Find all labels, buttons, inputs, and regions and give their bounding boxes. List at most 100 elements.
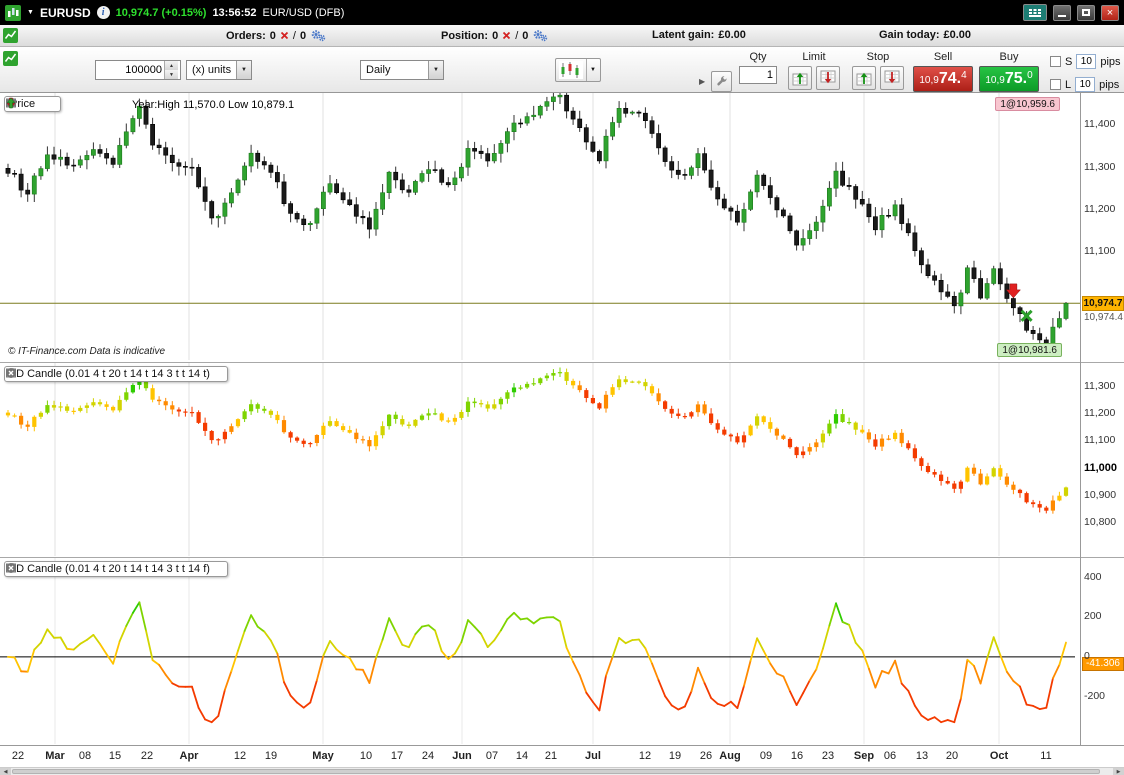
scroll-thumb[interactable] — [12, 769, 1100, 774]
xaxis-label: 20 — [945, 750, 959, 762]
close-button[interactable]: × — [1101, 4, 1119, 21]
buy-button[interactable]: 10,9 75. 0 — [979, 66, 1039, 92]
position-separator: / — [515, 29, 519, 42]
candle2-svg[interactable] — [0, 363, 1080, 557]
maximize-icon — [1082, 9, 1090, 16]
price-chart-panel[interactable]: Price Year:High 11,570.0 Low 10,879.1 1@… — [0, 93, 1080, 362]
buy-price-main: 75. — [1004, 70, 1028, 87]
timeframe-select[interactable]: Daily ▼ — [360, 60, 444, 80]
indicator2-title: 5D Candle (0.01 4 t 20 t 14 t 14 3 t t 1… — [10, 368, 210, 380]
xaxis-label: Mar — [45, 750, 65, 762]
limit-sell-button[interactable] — [815, 66, 840, 90]
axis-tick-label: 0 — [1084, 649, 1090, 662]
limit-buy-button[interactable] — [788, 66, 813, 90]
trading-toolbar: ▲▼ (x) units ▼ Daily ▼ ▼ ▶ Qty Limit Sto… — [0, 47, 1124, 93]
axis-tick-label: 11,400 — [1084, 118, 1116, 131]
scroll-right-button[interactable]: ▶ — [1113, 768, 1124, 775]
xaxis-label: 14 — [515, 750, 529, 762]
orders-group: Orders: 0 / 0 — [226, 29, 326, 42]
minimize-button[interactable] — [1053, 4, 1071, 21]
units-selected-value: (x) units — [192, 64, 232, 76]
latent-gain-label: Latent gain: — [652, 29, 715, 41]
stop-buy-button[interactable] — [852, 66, 877, 90]
stop-sell-button[interactable] — [879, 66, 904, 90]
axis-tick-label: 200 — [1084, 610, 1102, 623]
instrument-name: EUR/USD (DFB) — [262, 6, 345, 19]
xaxis-label: 11 — [1040, 750, 1052, 762]
quantity-spinner-arrows[interactable]: ▲ ▼ — [164, 61, 178, 79]
xaxis-label: Jul — [585, 750, 601, 762]
collapse-trade-panel-arrow[interactable]: ▶ — [699, 77, 705, 86]
stop-checkbox-label: S — [1065, 55, 1073, 68]
xaxis-label: 06 — [883, 750, 897, 762]
maximize-button[interactable] — [1077, 4, 1095, 21]
buy-price-prefix: 10,9 — [985, 75, 1005, 86]
limit-label: Limit — [802, 51, 826, 63]
panel-handle-icon[interactable] — [3, 28, 18, 46]
working-order-tag-bottom[interactable]: 1@10,981.6 — [997, 343, 1062, 357]
indicator-oscillator-panel[interactable]: 5D Candle (0.01 4 t 20 t 14 t 14 3 t t 1… — [0, 557, 1080, 745]
limit-checkbox[interactable] — [1050, 79, 1061, 90]
xaxis-label: 17 — [390, 750, 404, 762]
quantity-stepper[interactable]: ▲▼ — [95, 60, 181, 80]
minimize-icon — [1058, 15, 1066, 17]
working-order-tag-top[interactable]: 1@10,959.6 — [995, 97, 1060, 111]
xaxis-label: 09 — [759, 750, 773, 762]
orders-working-count: 0 — [299, 29, 307, 42]
xaxis-label: 15 — [108, 750, 122, 762]
axis-column: 10,974.7 10,974.4 -41.306 11,400 11,300 11… — [1080, 93, 1124, 745]
stop-column: Stop — [850, 51, 906, 90]
keypad-grid-button[interactable] — [1023, 4, 1047, 21]
chevron-down-icon: ▼ — [236, 61, 251, 79]
chart-style-button[interactable]: ▼ — [555, 58, 601, 82]
stop-pips-input[interactable] — [1076, 54, 1097, 69]
sell-button[interactable]: 10,9 74. 4 — [913, 66, 973, 92]
price-chart-svg[interactable] — [0, 93, 1080, 362]
info-icon[interactable]: i — [96, 6, 110, 19]
symbol-title: EURUSD — [39, 5, 91, 20]
close-position-icon[interactable] — [502, 31, 511, 40]
buy-label: Buy — [999, 51, 1019, 63]
position-group: Position: 0 / 0 — [441, 29, 548, 42]
cancel-orders-icon[interactable] — [280, 31, 289, 40]
xaxis-label: May — [312, 750, 334, 762]
sell-price-main: 74. — [938, 70, 962, 87]
timeframe-selected-value: Daily — [366, 64, 391, 76]
units-select[interactable]: (x) units ▼ — [186, 60, 252, 80]
instrument-dropdown-caret[interactable]: ▼ — [27, 9, 34, 16]
sell-price-axis-label: 10,974.4 — [1084, 312, 1123, 323]
orders-label: Orders: — [226, 29, 266, 42]
position-settings-gear-icon[interactable] — [532, 29, 548, 42]
stop-checkbox[interactable] — [1050, 56, 1061, 67]
panel-separator — [1081, 557, 1124, 558]
quantity-input[interactable] — [96, 63, 164, 77]
axis-tick-label: 11,100 — [1084, 434, 1116, 447]
stop-pips-unit: pips — [1100, 55, 1121, 68]
orders-settings-gear-icon[interactable] — [310, 29, 326, 42]
spin-down-icon[interactable]: ▼ — [165, 70, 178, 79]
xaxis-label: 26 — [699, 750, 713, 762]
qty-input[interactable] — [739, 66, 777, 84]
panel-handle-icon[interactable] — [3, 51, 18, 69]
xaxis-label: 22 — [140, 750, 154, 762]
gain-today-group: Gain today: £0.00 — [879, 29, 971, 41]
xaxis-label: 08 — [78, 750, 92, 762]
xaxis-label: Apr — [179, 750, 199, 762]
instrument-chart-icon[interactable] — [5, 4, 21, 21]
quote-time: 13:56:52 — [212, 6, 257, 19]
spin-up-icon[interactable]: ▲ — [165, 61, 178, 70]
window-titlebar: ▼ EURUSD i 10,974.7 (+0.15%) 13:56:52 EU… — [0, 0, 1124, 25]
trade-settings-wrench-button[interactable] — [711, 71, 732, 92]
limit-pips-input[interactable] — [1075, 77, 1096, 92]
axis-tick-label: 11,200 — [1084, 202, 1116, 215]
osc-svg[interactable] — [0, 558, 1080, 745]
scroll-left-button[interactable]: ◀ — [0, 768, 11, 775]
chevron-down-icon: ▼ — [586, 59, 599, 81]
orders-separator: / — [292, 29, 296, 42]
sell-column: Sell 10,9 74. 4 — [912, 51, 974, 92]
indicator-candle-panel[interactable]: 5D Candle (0.01 4 t 20 t 14 t 14 3 t t 1… — [0, 362, 1080, 557]
xaxis-label: 12 — [233, 750, 247, 762]
qty-column: Qty — [736, 51, 780, 84]
xaxis-bar[interactable]: 22 Mar 08 15 22 Apr 12 19 May 10 17 24 Jun 07 14 21 Jul 1… — [0, 745, 1124, 767]
h-scrollbar[interactable]: ◀ ▶ — [0, 767, 1124, 775]
